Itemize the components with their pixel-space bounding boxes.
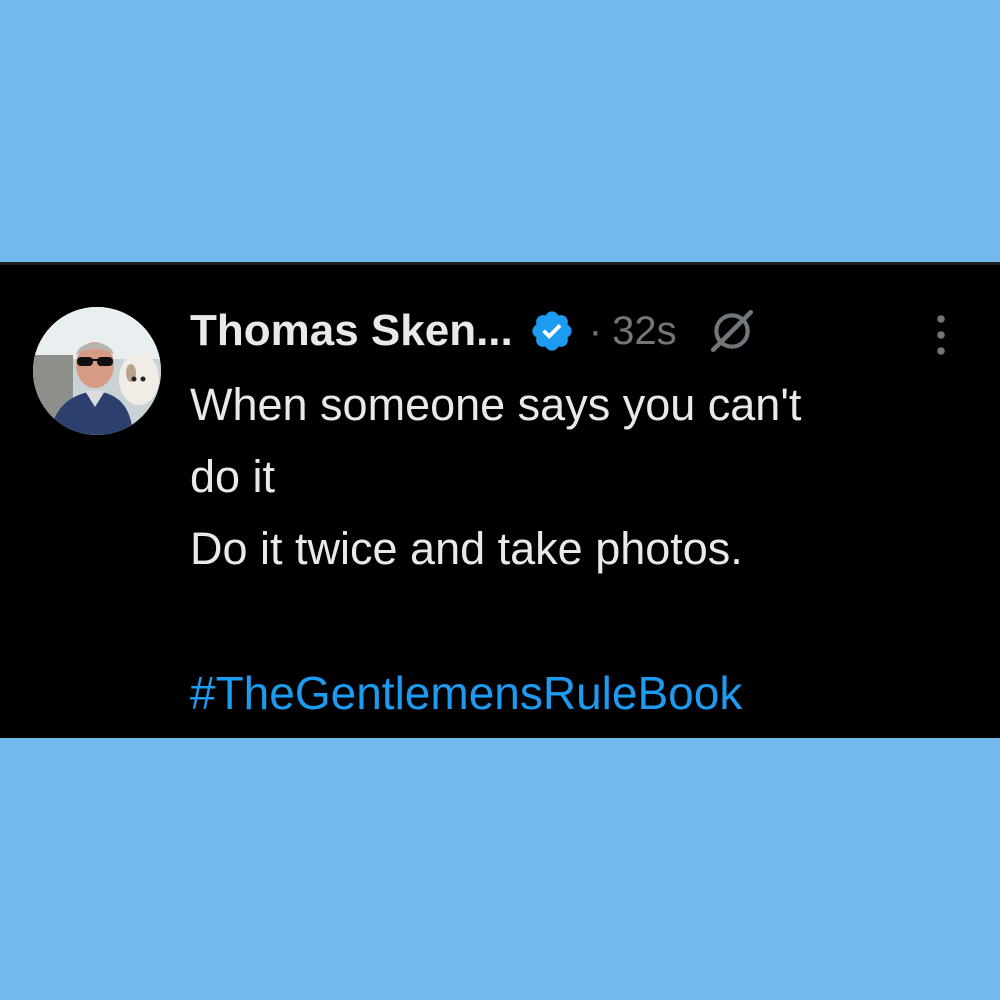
tweet-text: When someone says you can't do it Do it … (190, 369, 980, 729)
tweet-timestamp[interactable]: 32s (612, 309, 677, 354)
tweet-text-line: do it (190, 451, 276, 502)
profile-photo-icon (33, 307, 161, 435)
page-background: Thomas Sken... · 32s When someone says y… (0, 0, 1000, 1000)
tweet-text-line: Do it twice and take photos. (190, 523, 743, 574)
tweet-text-line: When someone says you can't (190, 379, 802, 430)
tweet-card[interactable]: Thomas Sken... · 32s When someone says y… (0, 262, 1000, 738)
author-display-name[interactable]: Thomas Sken... (190, 306, 513, 356)
grok-icon[interactable] (707, 306, 757, 356)
avatar[interactable] (33, 307, 161, 435)
hashtag-link[interactable]: #TheGentlemensRuleBook (190, 657, 980, 729)
more-options-icon[interactable] (928, 313, 954, 357)
verified-badge-icon[interactable] (529, 308, 575, 354)
tweet-header: Thomas Sken... · 32s (190, 303, 757, 359)
header-separator: · (588, 308, 603, 353)
